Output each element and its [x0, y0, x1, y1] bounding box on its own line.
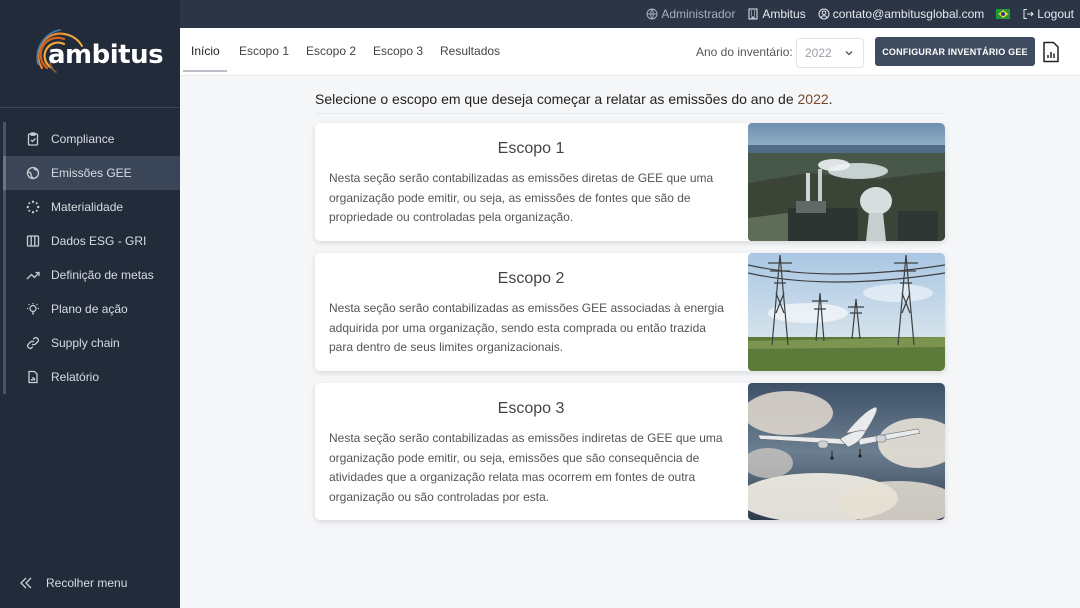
card-description-line: propriedade ou controladas pela organiza… [329, 210, 574, 224]
admin-link[interactable]: Administrador [646, 7, 735, 21]
sidebar-item-plano-de-acao[interactable]: Plano de ação [3, 292, 180, 326]
user-circle-icon [818, 8, 830, 20]
card-description-line: organização ou são controladas por esta. [329, 489, 550, 504]
building-icon [748, 8, 758, 20]
report-icon[interactable] [1042, 41, 1060, 63]
chevron-down-icon [845, 51, 853, 56]
year-label: Ano do inventário: [696, 45, 793, 59]
configure-inventory-button[interactable]: CONFIGURAR INVENTÁRIO GEE [875, 37, 1035, 66]
tab-resultados[interactable]: Resultados [440, 44, 500, 58]
dots-circle-icon [24, 198, 42, 216]
card-description: Nesta seção serão contabilizadas as emis… [329, 169, 733, 228]
card-text: Escopo 1 Nesta seção serão contabilizada… [315, 123, 747, 241]
sidebar-item-relatorio[interactable]: Relatório [3, 360, 180, 394]
year-select[interactable]: 2022 [796, 38, 864, 68]
globe-icon [24, 164, 42, 182]
active-tab-indicator [183, 70, 227, 72]
brazil-flag-icon [996, 9, 1011, 19]
scope-1-card[interactable]: Escopo 1 Nesta seção serão contabilizada… [315, 123, 945, 241]
topbar: Administrador Ambitus contato@ambitusglo… [180, 0, 1080, 28]
scope-2-card[interactable]: Escopo 2 Nesta seção serão contabilizada… [315, 253, 945, 371]
chevrons-left-icon [18, 575, 34, 591]
card-description-line: Nesta seção serão contabilizadas as emis… [329, 171, 714, 185]
card-description: Nesta seção serão contabilizadas as emis… [329, 299, 733, 358]
tabs-bar: Início Escopo 1 Escopo 2 Escopo 3 Result… [180, 28, 1080, 76]
language-flag-button[interactable] [996, 9, 1011, 19]
sidebar-item-label: Plano de ação [51, 302, 128, 316]
lightbulb-icon [24, 300, 42, 318]
collapse-menu-label: Recolher menu [46, 576, 128, 590]
clipboard-icon [24, 130, 42, 148]
tab-escopo-2[interactable]: Escopo 2 [306, 44, 356, 58]
sidebar-item-supply-chain[interactable]: Supply chain [3, 326, 180, 360]
logout-icon [1023, 9, 1035, 19]
user-email: contato@ambitusglobal.com [832, 7, 985, 21]
card-description-line: adquirida por uma organização, sendo est… [329, 320, 706, 335]
logo-area: ambitus [0, 0, 180, 108]
columns-icon [24, 232, 42, 250]
power-lines-photo [748, 253, 945, 371]
card-description-line: organização pode emitir, ou seja, emissõ… [329, 450, 700, 465]
sidebar-item-label: Compliance [51, 132, 115, 146]
link-icon [24, 334, 42, 352]
company-label: Ambitus [762, 7, 806, 21]
sidebar-nav: Compliance Emissões GEE Materialidade Da… [0, 122, 180, 394]
report-icon [24, 368, 42, 386]
brand-name: ambitus [48, 39, 164, 70]
airplane-photo [748, 383, 945, 520]
sidebar-item-label: Definição de metas [51, 268, 154, 282]
sidebar-item-label: Dados ESG - GRI [51, 234, 147, 248]
card-title: Escopo 2 [497, 270, 565, 287]
intro-year: 2022 [797, 91, 829, 107]
tab-escopo-1[interactable]: Escopo 1 [239, 44, 289, 58]
tab-inicio[interactable]: Início [191, 44, 220, 58]
card-text: Escopo 2 Nesta seção serão contabilizada… [315, 253, 747, 371]
tab-escopo-3[interactable]: Escopo 3 [373, 44, 423, 58]
sidebar-item-label: Relatório [51, 370, 100, 384]
sidebar-item-label: Materialidade [51, 200, 124, 214]
card-description-line: organização pode emitir, ou seja, as emi… [329, 190, 691, 205]
card-text: Escopo 3 Nesta seção serão contabilizada… [315, 383, 747, 520]
sidebar: ambitus Compliance Emissões GEE Material… [0, 0, 180, 608]
company-link[interactable]: Ambitus [747, 7, 806, 21]
ambitus-logo[interactable]: ambitus [30, 24, 164, 84]
divider [315, 113, 945, 114]
admin-label: Administrador [661, 7, 736, 21]
user-email-link[interactable]: contato@ambitusglobal.com [818, 7, 985, 21]
sidebar-item-emissoes-gee[interactable]: Emissões GEE [3, 156, 180, 190]
intro-text-end: . [828, 91, 833, 107]
sidebar-item-dados-esg-gri[interactable]: Dados ESG - GRI [3, 224, 180, 258]
logout-label: Logout [1037, 7, 1074, 21]
trend-up-icon [24, 266, 42, 284]
logout-button[interactable]: Logout [1022, 7, 1074, 21]
sidebar-item-definicao-de-metas[interactable]: Definição de metas [3, 258, 180, 292]
card-description-line: Nesta seção serão contabilizadas as emis… [329, 301, 724, 315]
sidebar-item-label: Supply chain [51, 336, 120, 350]
card-title: Escopo 3 [497, 400, 565, 417]
sidebar-item-compliance[interactable]: Compliance [3, 122, 180, 156]
year-select-value: 2022 [805, 46, 832, 60]
card-title: Escopo 1 [497, 140, 565, 157]
scope-3-card[interactable]: Escopo 3 Nesta seção serão contabilizada… [315, 383, 945, 520]
card-description-line: para dentro de seus limites organizacion… [329, 340, 564, 354]
globe-icon [646, 8, 658, 20]
card-description-line: Nesta seção serão contabilizadas as emis… [329, 431, 723, 445]
collapse-menu-button[interactable]: Recolher menu [0, 568, 180, 598]
intro-text: Selecione o escopo em que deseja começar… [315, 91, 833, 107]
intro-text-main: Selecione o escopo em que deseja começar… [315, 91, 794, 107]
sidebar-item-materialidade[interactable]: Materialidade [3, 190, 180, 224]
power-plant-photo [748, 123, 945, 241]
card-description: Nesta seção serão contabilizadas as emis… [329, 429, 733, 507]
card-description-line: atividades que a organização relata mas … [329, 470, 696, 484]
sidebar-item-label: Emissões GEE [51, 166, 132, 180]
